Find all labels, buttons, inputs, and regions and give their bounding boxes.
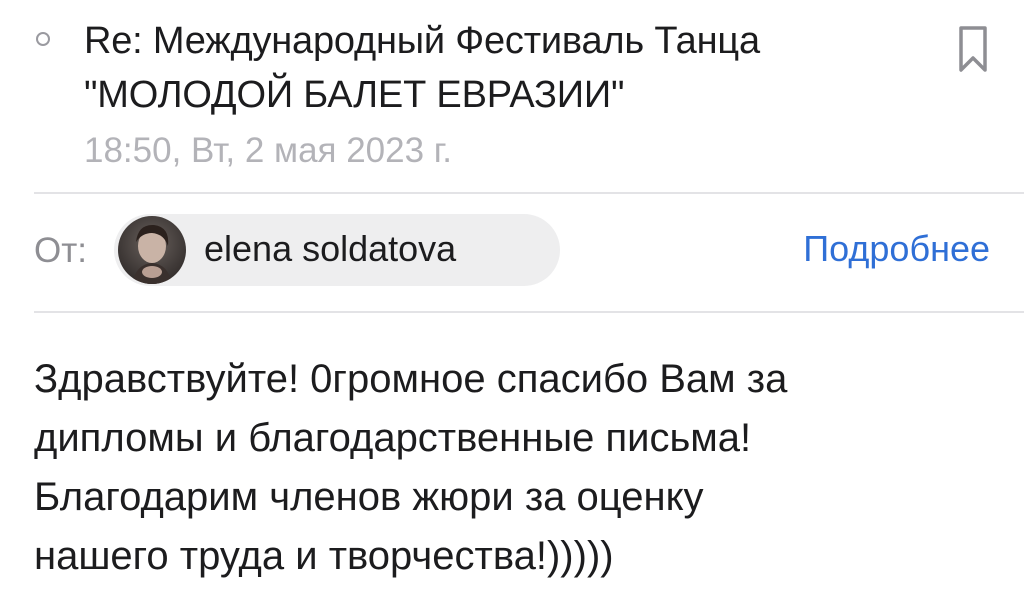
body-line: нашего труда и творчества!)))))	[34, 534, 614, 578]
message-subject: Re: Международный Фестиваль Танца "МОЛОД…	[84, 20, 760, 116]
from-label: От:	[34, 231, 87, 270]
sender-avatar	[118, 216, 186, 284]
header-divider	[34, 192, 1024, 194]
body-line: дипломы и благодарственные письма!	[34, 416, 752, 460]
body-line: Здравствуйте! 0громное спасибо Вам за	[34, 357, 788, 401]
sender-divider	[34, 311, 1024, 313]
message-date: 18:50, Вт, 2 мая 2023 г.	[84, 131, 453, 170]
message-header: Re: Международный Фестиваль Танца "МОЛОД…	[0, 0, 1024, 192]
sender-chip[interactable]: elena soldatova	[114, 214, 560, 286]
bookmark-icon[interactable]	[956, 24, 990, 76]
message-body: Здравствуйте! 0громное спасибо Вам за ди…	[34, 350, 994, 586]
body-line: Благодарим членов жюри за оценку	[34, 475, 704, 519]
sender-name: elena soldatova	[204, 228, 457, 269]
details-link[interactable]: Подробнее	[803, 224, 990, 274]
unread-indicator-icon[interactable]	[36, 32, 50, 46]
